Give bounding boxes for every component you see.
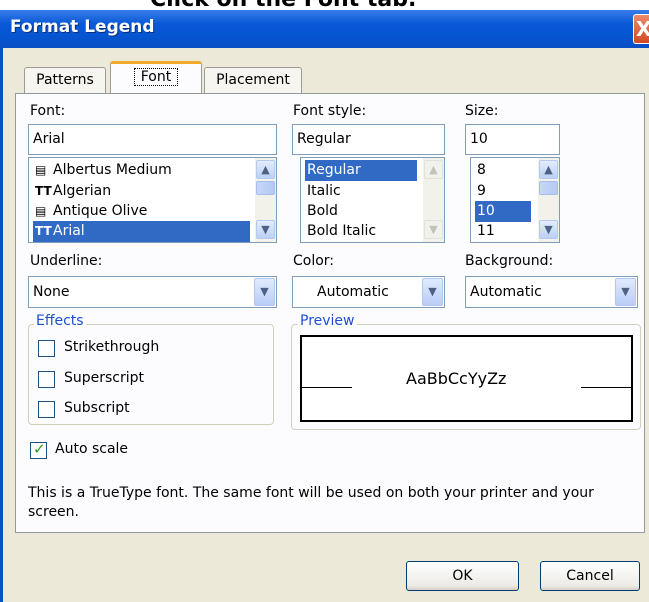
preview-baseline-right (581, 387, 631, 388)
underline-value: None (33, 284, 70, 300)
scroll-up-icon[interactable]: ▲ (539, 160, 558, 179)
font-list[interactable]: ▤ Albertus Medium TTAlgerian ▤ Antique Oli… (28, 157, 277, 243)
list-item-selected[interactable]: 10 (475, 201, 531, 222)
subscript-checkbox[interactable] (38, 401, 55, 418)
chevron-down-icon[interactable]: ▼ (615, 278, 636, 306)
auto-scale-label: Auto scale (55, 441, 129, 457)
strikethrough-label: Strikethrough (64, 339, 160, 355)
scroll-thumb[interactable] (256, 181, 275, 195)
color-select[interactable]: Automatic ▼ (292, 276, 445, 308)
font-style-label: Font style: (293, 103, 367, 119)
scroll-up-icon[interactable]: ▲ (256, 160, 275, 179)
list-item-selected[interactable]: TTArial (33, 221, 250, 242)
chevron-down-icon[interactable]: ▼ (422, 278, 443, 306)
list-item[interactable]: Bold Italic (305, 221, 376, 242)
color-label: Color: (293, 253, 335, 269)
list-item-label: Albertus Medium (53, 162, 172, 178)
truetype-icon: TT (35, 224, 52, 238)
size-list-scrollbar[interactable]: ▲ ▼ (538, 158, 559, 242)
list-item[interactable]: 9 (475, 181, 486, 202)
scroll-up-icon[interactable]: ▲ (424, 160, 443, 179)
tab-patterns[interactable]: Patterns (24, 67, 106, 93)
font-label: Font: (30, 103, 66, 119)
font-info-text: This is a TrueType font. The same font w… (28, 485, 594, 520)
tab-placement[interactable]: Placement (204, 67, 302, 93)
background-select[interactable]: Automatic ▼ (465, 276, 638, 308)
preview-title: Preview (298, 313, 357, 329)
tab-font[interactable]: Font (110, 61, 202, 93)
auto-scale-checkbox[interactable]: ✓ (30, 440, 47, 459)
size-list[interactable]: 8 9 10 11 ▲ ▼ (470, 157, 560, 243)
font-style-scrollbar[interactable]: ▲ ▼ (423, 158, 444, 242)
scroll-down-icon[interactable]: ▼ (424, 220, 443, 239)
background-value: Automatic (470, 284, 542, 300)
title-bar: Format Legend X (0, 10, 649, 48)
underline-label: Underline: (30, 253, 103, 269)
cancel-button[interactable]: Cancel (540, 561, 640, 591)
preview-sample-text: AaBbCcYyZz (406, 369, 507, 388)
preview-baseline-left (302, 387, 352, 388)
size-input[interactable]: 10 (465, 124, 560, 155)
size-label: Size: (465, 103, 499, 119)
scroll-thumb[interactable] (539, 181, 558, 195)
checkmark-icon: ✓ (33, 440, 46, 458)
truetype-icon: TT (35, 184, 52, 198)
font-style-input[interactable]: Regular (292, 124, 445, 155)
font-list-scrollbar[interactable]: ▲ ▼ (255, 158, 276, 242)
scroll-down-icon[interactable]: ▼ (256, 220, 275, 239)
superscript-checkbox[interactable] (38, 371, 55, 388)
printer-font-icon: ▤ (35, 204, 47, 218)
list-item[interactable]: 11 (475, 221, 495, 242)
list-item-label: Antique Olive (53, 203, 148, 219)
underline-select[interactable]: None ▼ (28, 276, 277, 308)
strikethrough-checkbox[interactable] (38, 340, 55, 357)
list-item[interactable]: ▤ Albertus Medium (33, 160, 172, 181)
list-item-label: Arial (53, 223, 85, 239)
font-input[interactable]: Arial (28, 124, 277, 155)
tab-patterns-label: Patterns (36, 72, 94, 88)
effects-title: Effects (34, 313, 86, 329)
chevron-down-icon[interactable]: ▼ (254, 278, 275, 306)
subscript-label: Subscript (64, 400, 130, 416)
list-item[interactable]: 8 (475, 160, 486, 181)
list-item-label: Algerian (53, 183, 112, 199)
close-button[interactable]: X (633, 14, 649, 44)
ok-button[interactable]: OK (406, 561, 519, 591)
close-icon: X (636, 17, 649, 41)
list-item[interactable]: Bold (305, 201, 338, 222)
preview-box: AaBbCcYyZz (300, 335, 633, 422)
list-item[interactable]: Italic (305, 181, 341, 202)
font-style-list[interactable]: Regular Italic Bold Bold Italic ▲ ▼ (300, 157, 445, 243)
list-item-selected[interactable]: Regular (305, 160, 417, 181)
tab-placement-label: Placement (216, 72, 290, 88)
superscript-label: Superscript (64, 370, 145, 386)
tab-font-label: Font (133, 68, 179, 86)
list-item[interactable]: TTAlgerian (33, 181, 111, 202)
window-title: Format Legend (10, 17, 155, 37)
list-item[interactable]: ▤ Antique Olive (33, 201, 147, 222)
color-value: Automatic (317, 284, 389, 300)
background-label: Background: (465, 253, 554, 269)
scroll-down-icon[interactable]: ▼ (539, 220, 558, 239)
printer-font-icon: ▤ (35, 163, 47, 177)
